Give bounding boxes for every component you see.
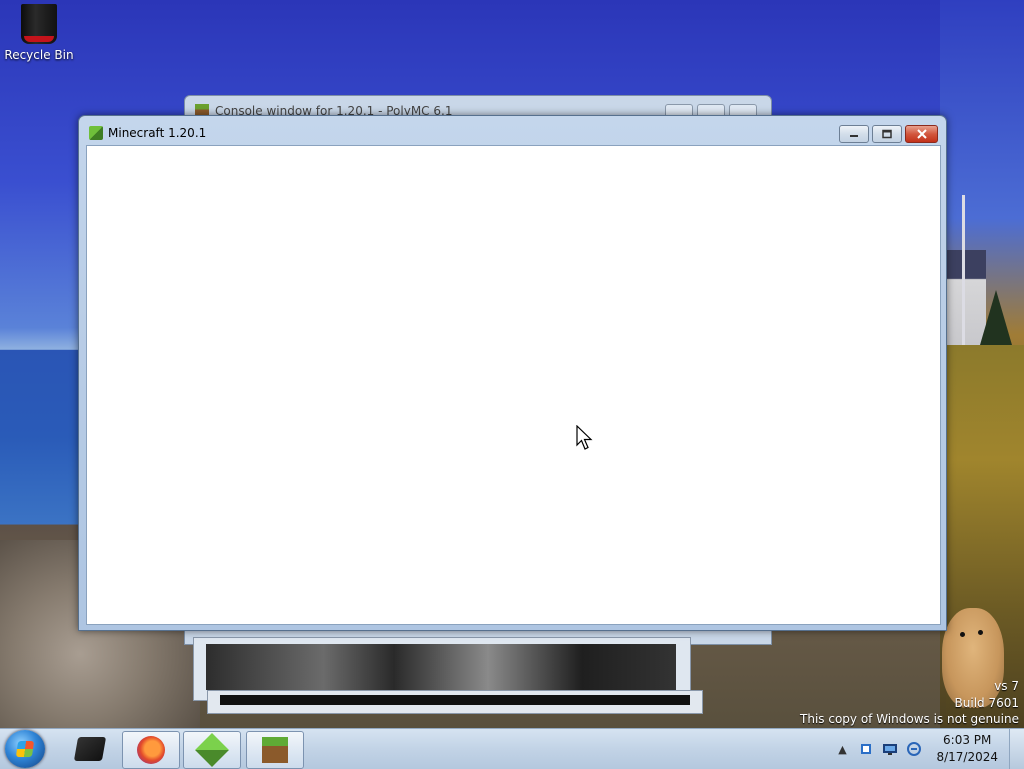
maximize-icon bbox=[882, 129, 892, 139]
watermark-line-1: vs 7 bbox=[994, 679, 1019, 693]
minimize-icon bbox=[850, 135, 858, 137]
action-center-flag-icon[interactable] bbox=[858, 741, 874, 757]
recycle-bin-icon bbox=[21, 4, 57, 44]
taskbar-button-firefox[interactable] bbox=[122, 731, 180, 769]
taskbar-button-dark-app[interactable] bbox=[62, 731, 118, 767]
watermark-line-2: Build 7601 bbox=[954, 696, 1019, 710]
minecraft-window-title: Minecraft 1.20.1 bbox=[108, 126, 207, 140]
app-dark-icon bbox=[73, 737, 107, 761]
taskbar-button-minecraft[interactable] bbox=[246, 731, 304, 769]
desktop: Recycle Bin Console window for 1.20.1 - … bbox=[0, 0, 1024, 728]
clock-time: 6:03 PM bbox=[943, 733, 992, 747]
show-hidden-icons-button[interactable]: ▲ bbox=[834, 741, 850, 757]
taskbar-button-launcher[interactable] bbox=[183, 731, 241, 769]
video-frame bbox=[206, 644, 676, 690]
hamster-eye bbox=[978, 630, 983, 635]
hamster-pet[interactable] bbox=[942, 608, 1004, 708]
video-frame-secondary bbox=[220, 695, 690, 705]
clock[interactable]: 6:03 PM 8/17/2024 bbox=[936, 732, 998, 766]
video-window-secondary[interactable] bbox=[207, 690, 703, 714]
firefox-icon bbox=[137, 736, 165, 764]
desktop-icon-label: Recycle Bin bbox=[4, 48, 74, 62]
desktop-icon-recycle-bin[interactable]: Recycle Bin bbox=[4, 4, 74, 62]
close-icon bbox=[916, 129, 927, 139]
network-icon[interactable] bbox=[882, 741, 898, 757]
watermark-line-3: This copy of Windows is not genuine bbox=[800, 712, 1019, 726]
wallpaper-pole bbox=[962, 195, 965, 345]
minecraft-icon bbox=[262, 737, 288, 763]
minecraft-title-bar[interactable]: Minecraft 1.20.1 bbox=[79, 116, 946, 144]
start-button[interactable] bbox=[5, 730, 45, 768]
prism-launcher-icon bbox=[195, 733, 229, 767]
close-button[interactable] bbox=[905, 125, 938, 143]
maximize-button[interactable] bbox=[872, 125, 902, 143]
minecraft-window[interactable]: Minecraft 1.20.1 bbox=[78, 115, 947, 631]
minecraft-app-icon bbox=[89, 126, 103, 140]
show-desktop-button[interactable] bbox=[1009, 729, 1024, 769]
window-controls bbox=[836, 125, 938, 143]
system-tray: ▲ 6:03 PM 8/17/2024 bbox=[826, 729, 998, 769]
minecraft-client-area[interactable] bbox=[86, 145, 941, 625]
clock-date: 8/17/2024 bbox=[936, 750, 998, 764]
taskbar: ▲ 6:03 PM 8/17/2024 bbox=[0, 728, 1024, 769]
volume-icon[interactable] bbox=[906, 741, 922, 757]
minimize-button[interactable] bbox=[839, 125, 869, 143]
wallpaper-tree bbox=[980, 290, 1012, 345]
hamster-eye bbox=[960, 632, 965, 637]
